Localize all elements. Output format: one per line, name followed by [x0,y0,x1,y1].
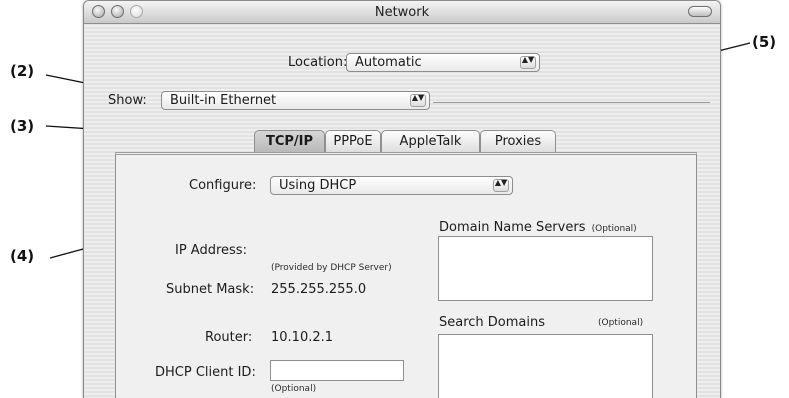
callout-3: (3) [10,117,35,135]
callout-5: (5) [752,33,777,51]
subnet-mask-label: Subnet Mask: [166,282,255,297]
dns-servers-field[interactable] [438,236,653,301]
dhcp-client-id-field[interactable] [270,360,404,381]
tab-appletalk[interactable]: AppleTalk [381,130,480,152]
configure-popup[interactable]: Using DHCP ▲▼ [270,176,513,195]
router-label: Router: [205,330,253,345]
ip-address-note: (Provided by DHCP Server) [271,263,392,273]
tab-tcp-ip[interactable]: TCP/IP [254,130,325,152]
show-popup[interactable]: Built-in Ethernet ▲▼ [161,91,430,110]
configure-value: Using DHCP [279,178,357,193]
dns-label: Domain Name Servers (Optional) [439,220,637,235]
window-title: Network [374,5,430,20]
router-value: 10.10.2.1 [271,330,334,345]
callout-4: (4) [10,247,35,265]
configure-label: Configure: [189,178,257,193]
show-value: Built-in Ethernet [170,93,277,108]
dhcp-client-id-note: (Optional) [271,384,317,394]
search-domains-field[interactable] [438,334,653,398]
location-label: Location: [288,55,348,70]
dhcp-client-id-label: DHCP Client ID: [155,365,256,380]
popup-arrows-icon: ▲▼ [493,179,509,192]
search-domains-optional: (Optional) [598,318,644,328]
callout-2: (2) [10,62,35,80]
popup-arrows-icon: ▲▼ [410,94,426,107]
search-domains-label: Search Domains [439,315,546,330]
tab-pppoe[interactable]: PPPoE [325,130,381,152]
location-value: Automatic [355,55,422,70]
subnet-mask-value: 255.255.255.0 [271,282,367,297]
show-label: Show: [108,93,147,108]
network-window: Network Location: Automatic ▲▼ Show: Bui… [83,0,721,398]
show-separator [433,102,710,103]
tcp-ip-panel: Configure: Using DHCP ▲▼ IP Address: (Pr… [115,152,697,398]
title-bar: Network [84,1,720,24]
tab-proxies[interactable]: Proxies [480,130,556,152]
dns-optional: (Optional) [591,224,637,234]
ip-address-label: IP Address: [175,243,247,258]
location-popup[interactable]: Automatic ▲▼ [346,53,540,72]
popup-arrows-icon: ▲▼ [520,56,536,69]
toolbar-toggle-button[interactable] [688,6,712,17]
dns-label-text: Domain Name Servers [439,220,586,235]
